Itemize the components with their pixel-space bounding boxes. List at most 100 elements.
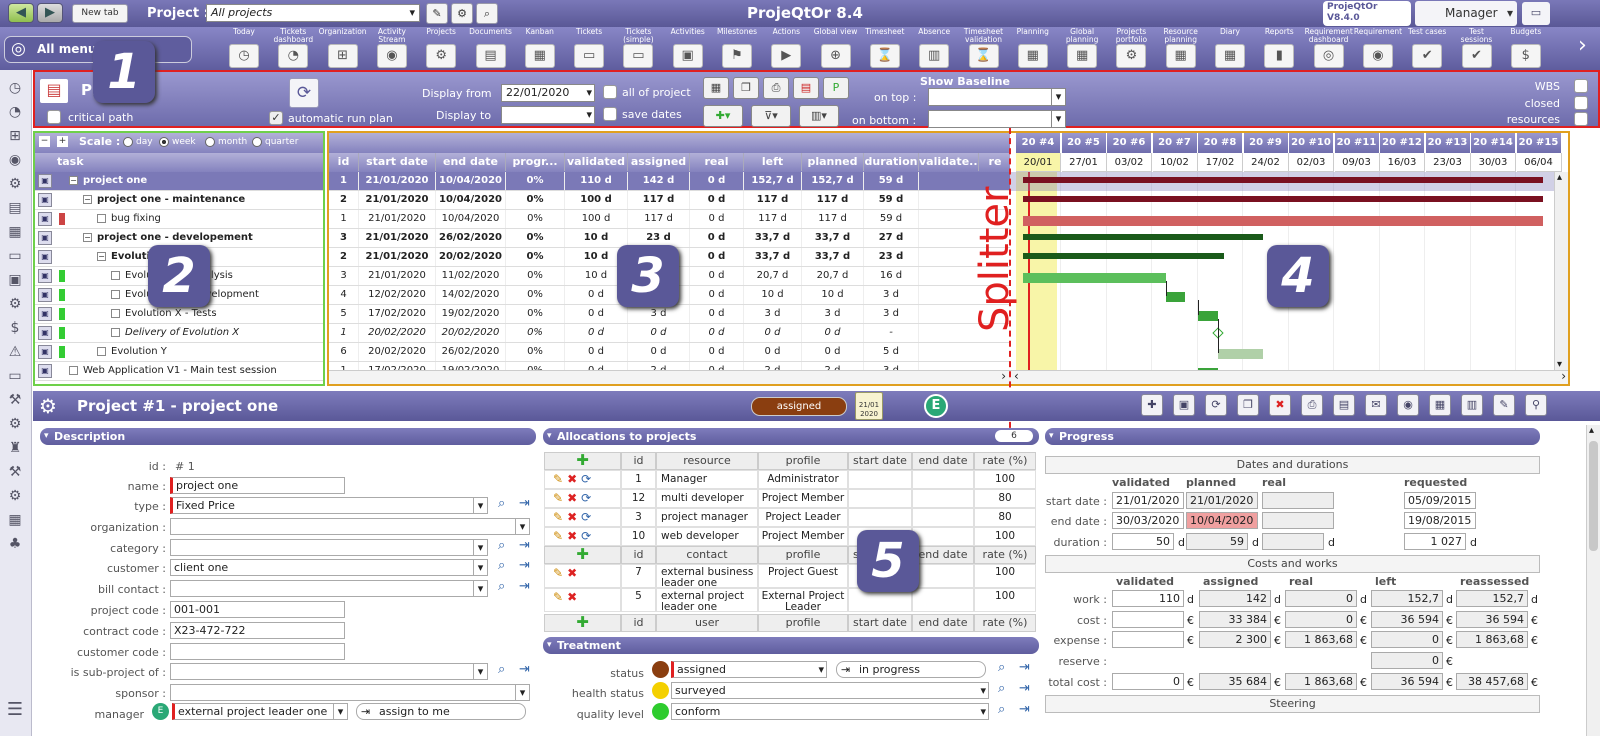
- column-header-7[interactable]: left: [744, 153, 802, 171]
- shortcut-12-icon[interactable]: ▭: [5, 366, 25, 386]
- resource-column-header[interactable]: start date: [848, 452, 912, 470]
- next-status-button[interactable]: ⇥ in progress: [836, 661, 986, 678]
- closed-checkbox[interactable]: [1574, 96, 1588, 110]
- task-data-row[interactable]: 1 21/01/2020 10/04/2020 0% 110 d 142 d0 d 152,…: [329, 172, 1010, 191]
- user-column-header[interactable]: start date: [848, 614, 912, 632]
- leaf-icon[interactable]: [111, 290, 120, 299]
- shortcut-8-icon[interactable]: ▣: [5, 270, 25, 290]
- menu-item-projects[interactable]: Projects ⚙: [417, 27, 465, 70]
- edit-icon[interactable]: ✎: [553, 472, 563, 486]
- delete-icon[interactable]: ✖: [567, 590, 577, 604]
- total-field[interactable]: 0: [1112, 673, 1184, 690]
- chevron-right-icon[interactable]: ›: [1561, 369, 1566, 383]
- task-row[interactable]: ▣ Web Application V1 - Main test session: [35, 362, 323, 381]
- menu-item-absence[interactable]: Absence ▥: [910, 27, 958, 70]
- print-icon[interactable]: ⎙: [763, 77, 789, 99]
- leaf-icon[interactable]: [97, 214, 106, 223]
- gantt-bar[interactable]: [1022, 234, 1263, 240]
- edit-icon[interactable]: ✎: [553, 510, 563, 524]
- rss-icon[interactable]: ◉: [1397, 394, 1419, 416]
- delete-icon[interactable]: ✖: [567, 566, 577, 580]
- chevron-up-icon[interactable]: ▴: [1557, 172, 1562, 183]
- menu-item-requirements-dashboard[interactable]: Requirements dashboard ◎: [1305, 27, 1353, 70]
- start-requested-field[interactable]: 05/09/2015: [1404, 492, 1476, 509]
- delete-icon[interactable]: ✖: [567, 510, 577, 524]
- column-header-5[interactable]: assigned: [628, 153, 690, 171]
- menu-item-diary[interactable]: Diary ▦: [1206, 27, 1254, 70]
- gantt-bar[interactable]: [1022, 196, 1543, 202]
- menu-item-kanban[interactable]: Kanban ▦: [516, 27, 564, 70]
- bill-contact-field[interactable]: ▾: [170, 580, 488, 597]
- delete-icon[interactable]: ✖: [1269, 394, 1291, 416]
- column-header-11[interactable]: re: [979, 153, 1010, 171]
- hamburger-icon[interactable]: ☰: [5, 700, 25, 720]
- gantt-bar[interactable]: [1022, 273, 1166, 283]
- leaf-icon[interactable]: [111, 309, 120, 318]
- contact-column-header[interactable]: profile: [758, 546, 848, 564]
- collapse-all-icon[interactable]: −: [39, 136, 50, 147]
- task-row[interactable]: ▣ Evolution Y: [35, 343, 323, 362]
- task-row[interactable]: ▣ − project one: [35, 172, 323, 191]
- shortcut-10-icon[interactable]: $: [5, 318, 25, 338]
- type-field[interactable]: Fixed Price ▾: [170, 497, 488, 514]
- reassign-icon[interactable]: ⟳: [581, 510, 591, 524]
- task-row[interactable]: ▣ Delivery of Evolution X: [35, 324, 323, 343]
- menu-item-activity-stream[interactable]: Activity Stream ◉: [368, 27, 416, 70]
- forward-icon[interactable]: ▶: [37, 3, 63, 23]
- subproject-field[interactable]: ▾: [170, 663, 488, 680]
- link-icon[interactable]: ⚲: [1525, 394, 1547, 416]
- end-validated-field[interactable]: 30/03/2020: [1112, 512, 1184, 529]
- assign-to-me-button[interactable]: ⇥ assign to me: [356, 703, 526, 720]
- menu-item-timesheet-validation[interactable]: Timesheet validation ⌛: [960, 27, 1008, 70]
- edit-icon[interactable]: ✎: [553, 491, 563, 505]
- column-header-3[interactable]: progr...: [506, 153, 565, 171]
- leaf-icon[interactable]: [69, 366, 78, 375]
- shortcut-5-icon[interactable]: ▤: [5, 198, 25, 218]
- reassign-icon[interactable]: ⟳: [581, 472, 591, 486]
- menu-item-planning[interactable]: Planning ▦: [1009, 27, 1057, 70]
- contact-column-header[interactable]: rate (%): [974, 546, 1036, 564]
- duration-requested-field[interactable]: 1 027: [1404, 533, 1466, 550]
- progress-section-header[interactable]: ▾ Progress: [1045, 428, 1540, 445]
- collapse-toggle-icon[interactable]: −: [83, 195, 92, 204]
- display-from-input[interactable]: 22/01/2020 ▾: [501, 84, 595, 102]
- menu-item-timesheet[interactable]: Timesheet ⌛: [861, 27, 909, 70]
- menu-item-projects-portfolio[interactable]: Projects portfolio ⚙: [1107, 27, 1155, 70]
- gantt-bar[interactable]: [1217, 349, 1263, 359]
- monitor-icon[interactable]: ▭: [1522, 2, 1550, 25]
- column-header-1[interactable]: start date: [359, 153, 436, 171]
- customer-code-field[interactable]: [170, 643, 345, 660]
- status-select[interactable]: assigned ▾: [671, 661, 827, 678]
- menu-item-test-cases[interactable]: Test cases ✔: [1403, 27, 1451, 70]
- resource-column-header[interactable]: rate (%): [974, 452, 1036, 470]
- column-header-0[interactable]: id: [329, 153, 359, 171]
- pen-icon[interactable]: ✎: [426, 3, 448, 24]
- add-item-icon[interactable]: ✚▾: [703, 105, 743, 127]
- treatment-section-header[interactable]: ▾ Treatment: [543, 637, 1039, 654]
- task-row[interactable]: ▣ Evolution X - Tests: [35, 305, 323, 324]
- scale-quarter-radio[interactable]: [252, 137, 262, 147]
- user-column-header[interactable]: id: [621, 614, 656, 632]
- save-dates-checkbox[interactable]: [603, 107, 617, 121]
- add-contact-button[interactable]: ✚: [544, 546, 621, 564]
- add-resource-button[interactable]: ✚: [544, 452, 621, 470]
- category-field[interactable]: ▾: [170, 539, 488, 556]
- health-status-select[interactable]: surveyed ▾: [671, 682, 989, 699]
- shortcut-7-icon[interactable]: ▭: [5, 246, 25, 266]
- task-data-row[interactable]: 6 20/02/2020 26/02/2020 0% 0 d0 d0 d0 d0 d5 …: [329, 343, 1010, 362]
- gantt-vertical-scrollbar[interactable]: ▴ ▾: [1554, 172, 1568, 370]
- goto-icon[interactable]: ⇥: [1019, 660, 1030, 675]
- expense-field[interactable]: [1112, 631, 1184, 648]
- shortcut-13-icon[interactable]: ⚒: [5, 390, 25, 410]
- gantt-bar[interactable]: [1022, 216, 1543, 226]
- menu-item-activities[interactable]: Activities ▣: [664, 27, 712, 70]
- menu-item-resource-planning[interactable]: Resource planning ▦: [1157, 27, 1205, 70]
- contract-code-field[interactable]: X23-472-722: [170, 622, 345, 639]
- contact-column-header[interactable]: id: [621, 546, 656, 564]
- copy-icon[interactable]: ❐: [1237, 394, 1259, 416]
- project-export-icon[interactable]: P: [823, 77, 849, 99]
- user-column-header[interactable]: user: [656, 614, 758, 632]
- menu-item-tickets-dashboard[interactable]: Tickets dashboard ◔: [269, 27, 317, 70]
- quality-level-select[interactable]: conform ▾: [671, 703, 989, 720]
- shortcut-19-icon[interactable]: ♣: [5, 534, 25, 554]
